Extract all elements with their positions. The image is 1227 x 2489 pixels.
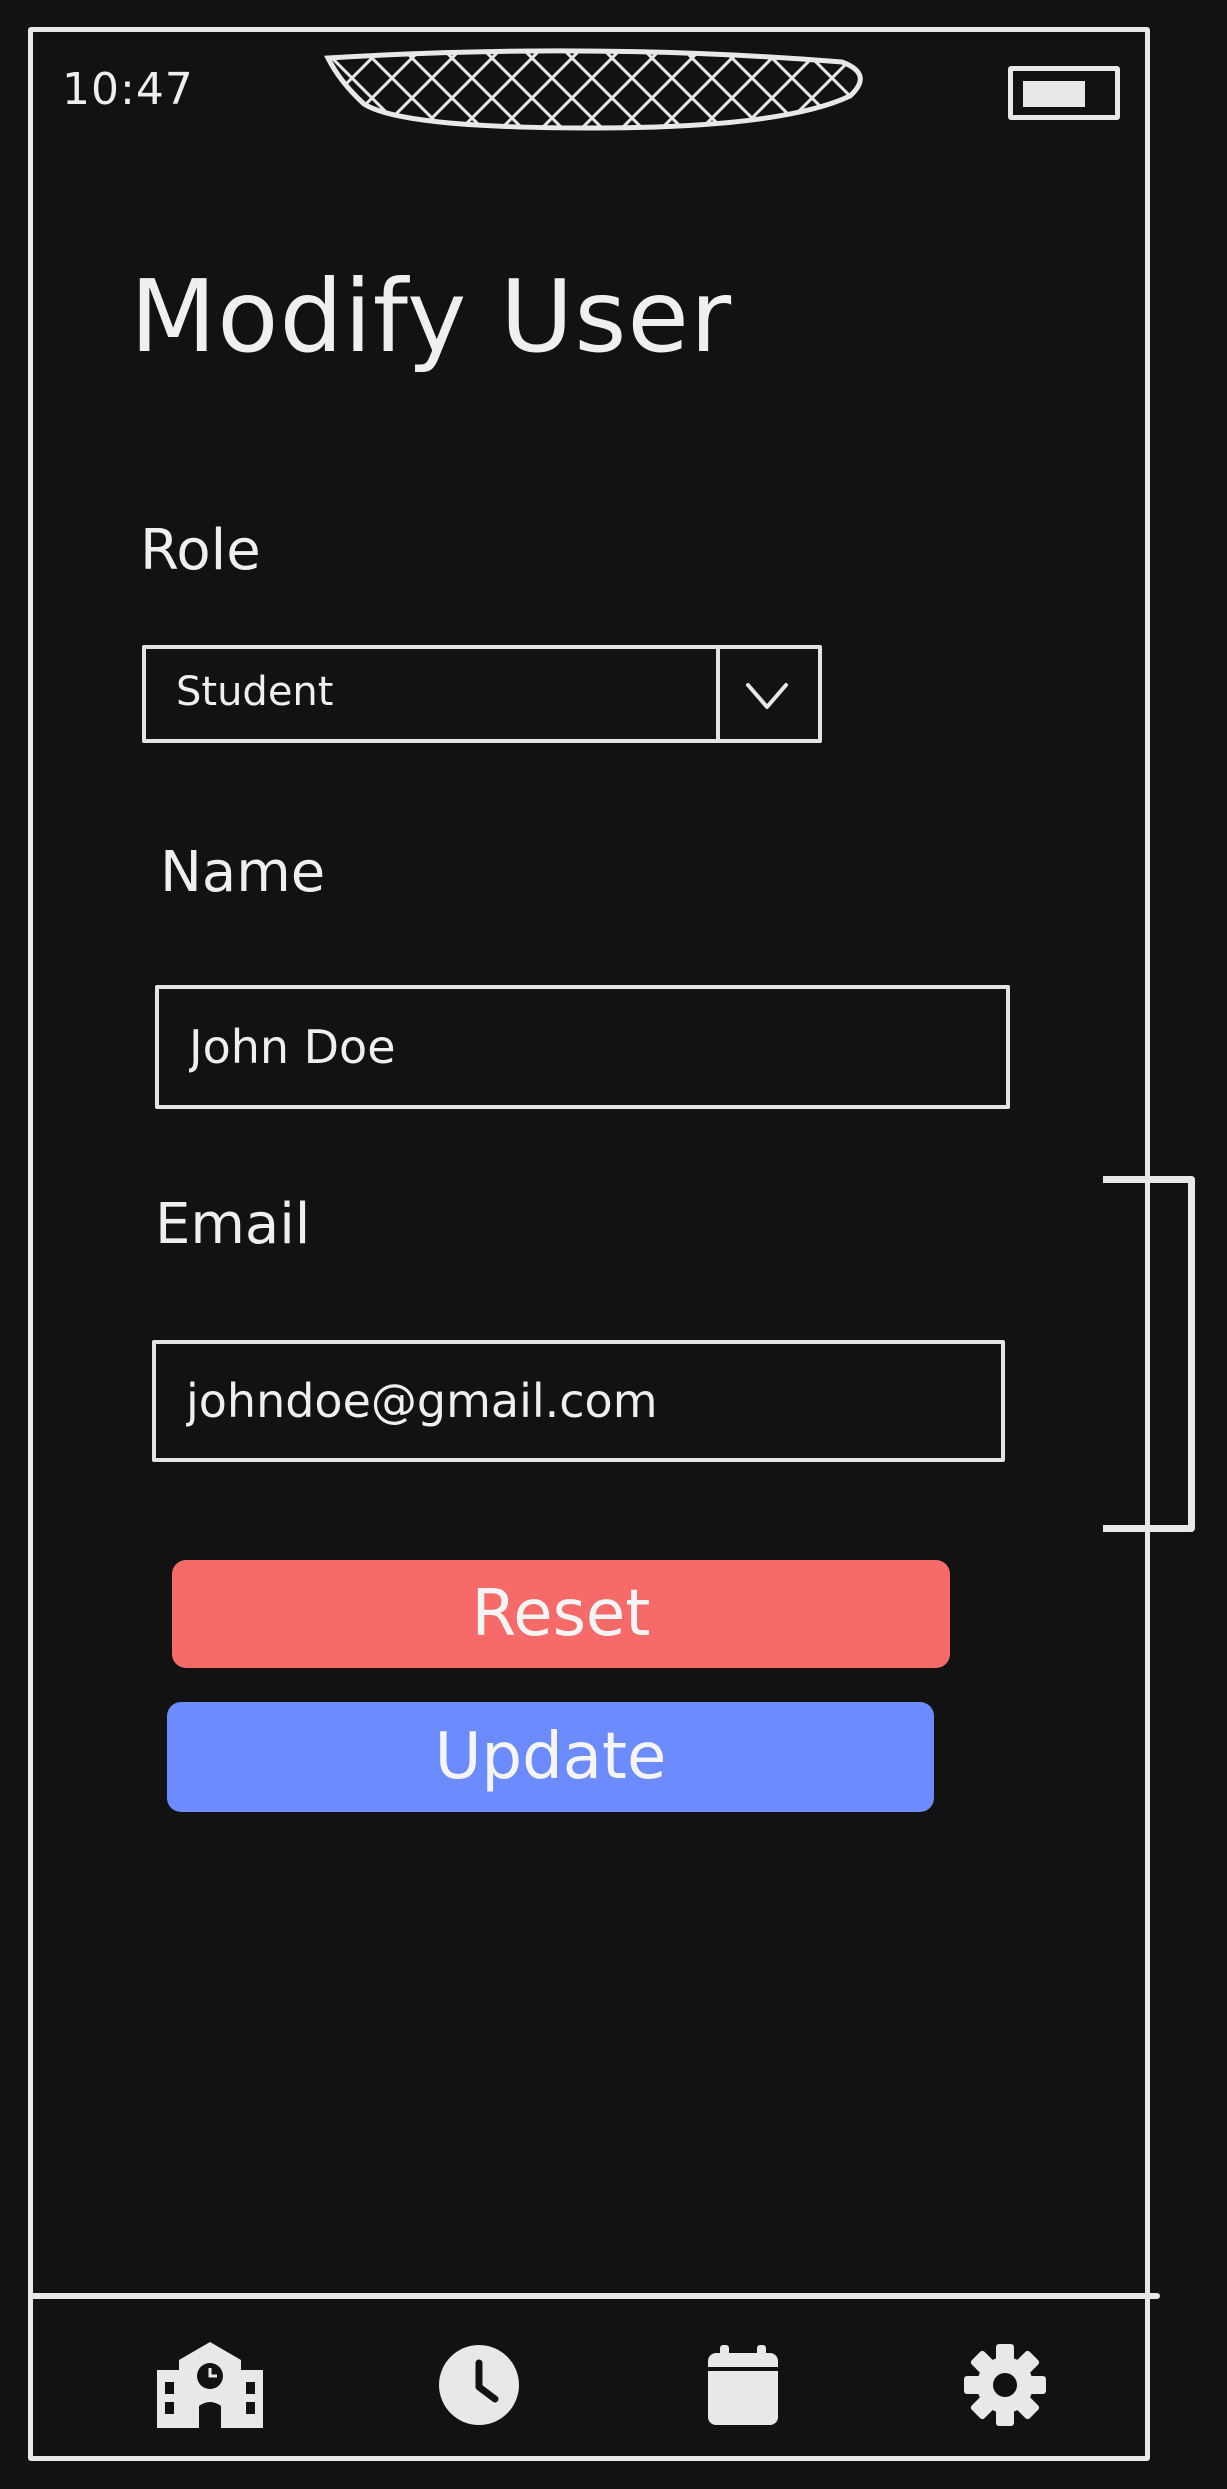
role-label: Role [140, 518, 261, 583]
calendar-icon [708, 2345, 778, 2425]
role-select-toggle[interactable] [716, 649, 818, 739]
nav-calendar[interactable] [688, 2330, 798, 2440]
nav-school[interactable] [155, 2330, 265, 2440]
reset-button[interactable]: Reset [172, 1560, 950, 1668]
nav-history[interactable] [424, 2330, 534, 2440]
chevron-down-icon [746, 683, 788, 709]
notch-icon [324, 48, 863, 131]
battery-level [1023, 81, 1085, 107]
role-select-value: Student [176, 669, 334, 715]
battery-icon [1008, 66, 1120, 120]
school-icon [157, 2342, 263, 2428]
name-input[interactable] [155, 985, 1010, 1109]
email-input[interactable] [152, 1340, 1005, 1462]
side-button [1103, 1176, 1195, 1532]
email-label: Email [155, 1192, 311, 1257]
status-time: 10:47 [62, 64, 194, 115]
page-title: Modify User [130, 258, 733, 375]
nav-divider [30, 2293, 1160, 2299]
name-label: Name [160, 840, 326, 905]
role-select[interactable]: Student [142, 645, 822, 743]
gear-icon [964, 2344, 1046, 2426]
nav-settings[interactable] [950, 2330, 1060, 2440]
clock-icon [439, 2345, 519, 2425]
update-button[interactable]: Update [167, 1702, 934, 1812]
